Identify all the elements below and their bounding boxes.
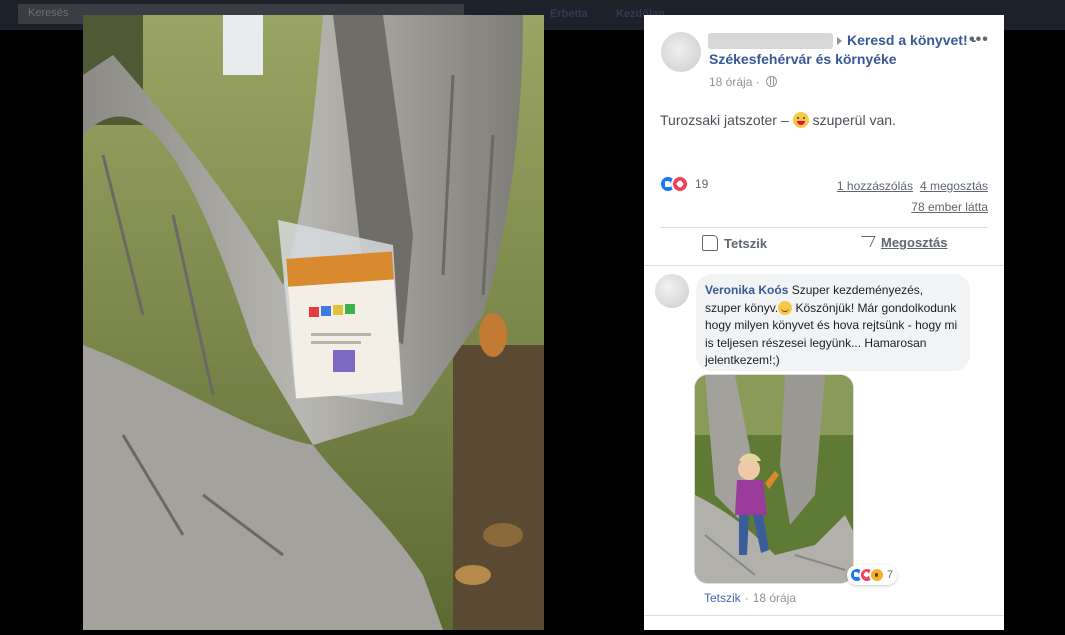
reaction-count: 19 — [695, 177, 709, 191]
love-reaction-icon — [671, 175, 689, 193]
like-button-label: Tetszik — [724, 236, 768, 251]
post-text: Turozsaki jatszoter – szuperül van. — [660, 112, 896, 128]
wow-reaction-icon — [869, 566, 885, 583]
laughing-face-icon — [792, 112, 809, 128]
post-meta: 18 órája · — [709, 75, 778, 89]
comment-photo[interactable] — [694, 374, 854, 584]
divider — [644, 615, 1004, 616]
child-on-tree-image — [695, 375, 853, 583]
tree-with-book-image — [83, 15, 544, 630]
comment-actions: Tetszik · 18 órája — [704, 591, 797, 605]
comments-count-link[interactable]: 1 hozzászólás — [837, 179, 913, 193]
divider — [644, 265, 1004, 266]
group-name[interactable]: Keresd a könyvet! - Székesfehérvár és kö… — [709, 32, 976, 67]
post-timestamp[interactable]: 18 órája — [709, 75, 752, 89]
poster-avatar[interactable] — [661, 32, 701, 72]
post-text-start: Turozsaki jatszoter – — [660, 112, 789, 128]
caret-right-icon — [837, 36, 842, 45]
comment-timestamp[interactable]: 18 órája — [753, 591, 796, 605]
share-button[interactable]: Megosztás — [856, 235, 948, 255]
photo-reactions[interactable]: 7 — [847, 565, 898, 585]
post-text-end: szuperül van. — [812, 112, 896, 128]
reactions-summary[interactable]: 19 — [659, 175, 708, 193]
share-button-label: Megosztás — [881, 235, 948, 250]
seen-count-link[interactable]: 78 ember látta — [911, 200, 988, 214]
shares-count-link[interactable]: 4 megosztás — [920, 179, 988, 193]
nav-profile-link[interactable]: Erbetta — [550, 8, 588, 20]
smiling-face-icon — [778, 300, 793, 315]
post-stats: 1 hozzászólás 4 megosztás 78 ember látta — [837, 176, 988, 218]
commenter-avatar[interactable] — [655, 274, 689, 308]
share-arrow-icon — [856, 236, 876, 247]
photo-viewer: Keresés Erbetta Kezdőlap Keresd a könyve… — [0, 0, 1065, 635]
comment-author-link[interactable]: Veronika Koós — [705, 283, 788, 297]
more-options-icon[interactable]: ••• — [969, 31, 989, 49]
post-details-panel: Keresd a könyvet! - Székesfehérvár és kö… — [644, 15, 1004, 630]
globe-icon — [766, 76, 778, 87]
main-photo[interactable] — [83, 15, 544, 630]
group-link[interactable]: Keresd a könyvet! - Székesfehérvár és kö… — [709, 31, 979, 69]
like-button[interactable]: Tetszik — [702, 235, 767, 255]
comment-like-link[interactable]: Tetszik — [704, 591, 741, 605]
thumbs-up-icon — [702, 235, 718, 251]
divider — [660, 227, 988, 228]
photo-reaction-count: 7 — [887, 568, 894, 581]
post-header: Keresd a könyvet! - Székesfehérvár és kö… — [644, 15, 1004, 101]
comment-bubble: Veronika Koós Szuper kezdeményezés, szup… — [696, 274, 970, 371]
